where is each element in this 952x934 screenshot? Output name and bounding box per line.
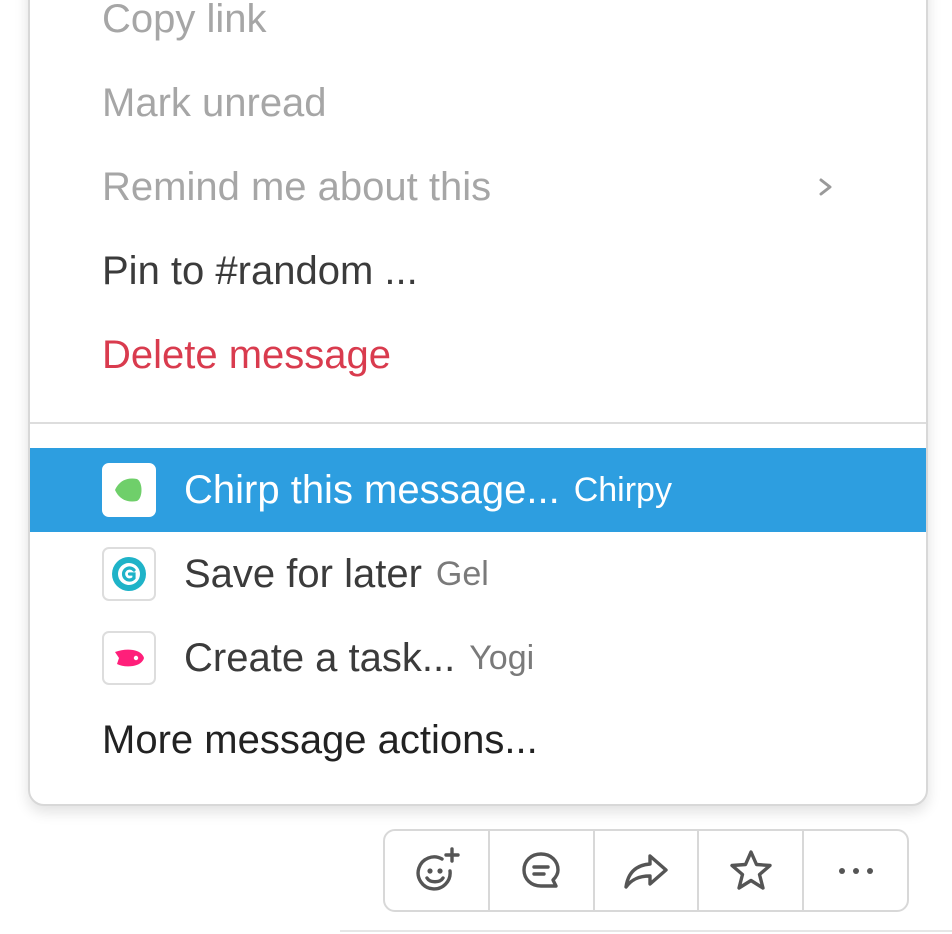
save-message-button[interactable]	[699, 831, 805, 910]
share-message-button[interactable]	[595, 831, 700, 910]
start-thread-button[interactable]	[490, 831, 595, 910]
message-divider	[340, 930, 952, 932]
menu-item-label: Copy link	[102, 0, 267, 41]
menu-item-label: More message actions...	[102, 717, 538, 762]
menu-item-label: Delete message	[102, 332, 392, 377]
chevron-right-icon	[819, 178, 832, 196]
menu-item-copy-link[interactable]: Copy link	[30, 0, 926, 61]
menu-item-chirp-message[interactable]: Chirp this message... Chirpy	[30, 448, 926, 532]
menu-item-delete-message[interactable]: Delete message	[30, 313, 926, 397]
message-hover-toolbar	[383, 829, 909, 912]
menu-item-label: Remind me about this	[102, 164, 492, 209]
app-action-label: Save for later	[184, 551, 422, 596]
menu-item-remind-me[interactable]: Remind me about this	[30, 145, 926, 229]
app-action-label: Chirp this message...	[184, 467, 560, 512]
menu-item-label: Pin to #random ...	[102, 248, 418, 293]
menu-item-create-task[interactable]: Create a task... Yogi	[30, 616, 926, 700]
menu-divider	[30, 422, 926, 424]
app-name: Chirpy	[573, 470, 672, 509]
ellipsis-icon	[838, 867, 873, 874]
share-icon	[624, 853, 668, 889]
menu-item-save-for-later[interactable]: Save for later Gel	[30, 532, 926, 616]
menu-item-more-message-actions[interactable]: More message actions...	[30, 698, 926, 782]
chirpy-logo-icon	[102, 463, 156, 517]
app-name: Yogi	[469, 638, 535, 677]
gel-logo-icon	[102, 547, 156, 601]
app-action-label: Create a task...	[184, 635, 456, 680]
thread-icon	[522, 851, 560, 888]
menu-item-label: Mark unread	[102, 80, 327, 125]
more-actions-button[interactable]	[804, 831, 907, 910]
app-name: Gel	[435, 554, 489, 593]
yogi-logo-icon	[102, 631, 156, 685]
add-reaction-icon	[416, 846, 461, 891]
star-icon	[730, 849, 772, 890]
menu-item-pin-to-channel[interactable]: Pin to #random ...	[30, 229, 926, 313]
menu-item-mark-unread[interactable]: Mark unread	[30, 61, 926, 145]
message-actions-menu: Copy link Mark unread Remind me about th…	[28, 0, 928, 806]
add-reaction-button[interactable]	[385, 831, 490, 910]
